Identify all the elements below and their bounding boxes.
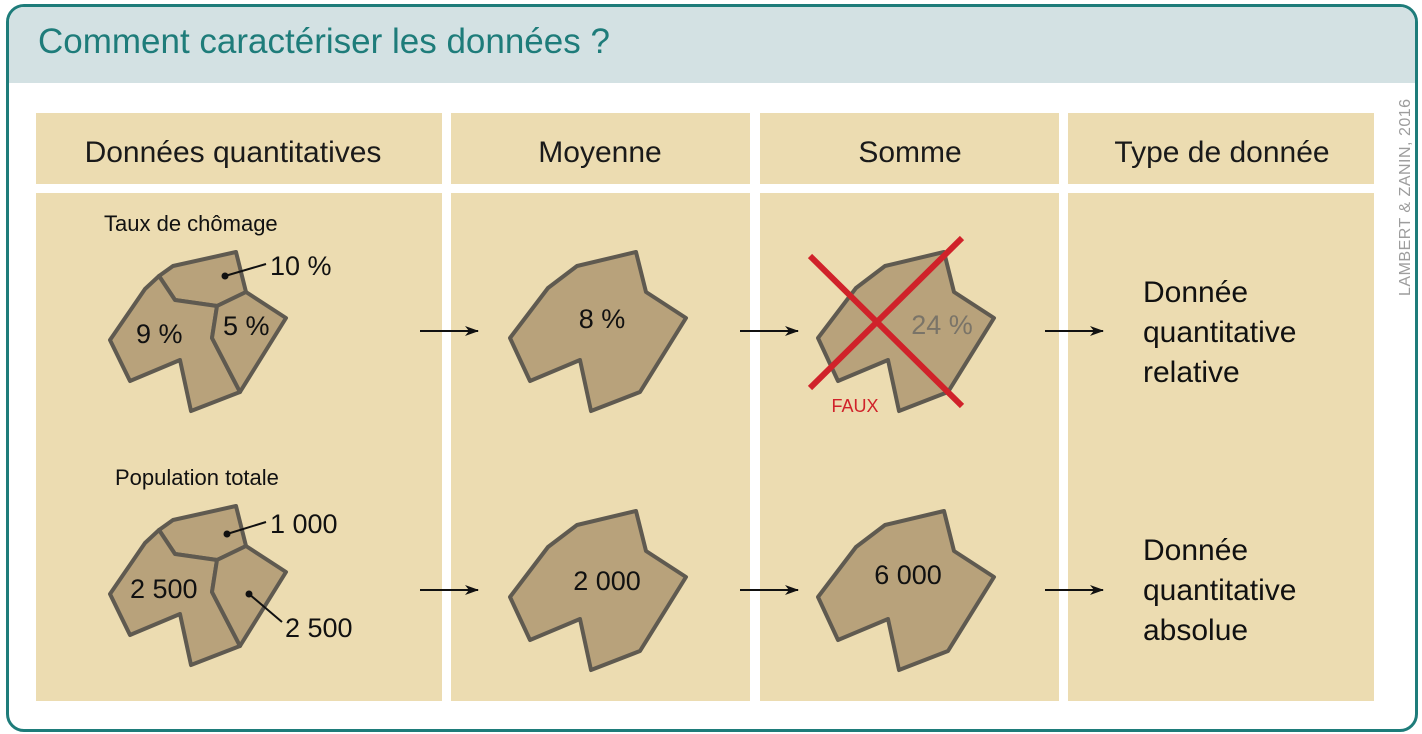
column-header-type: Type de donnée [1114, 136, 1329, 169]
row2-sum-value: 6 000 [874, 560, 942, 590]
row2-type-line-2: quantitative [1143, 574, 1296, 607]
label-row2-value-1: 1 000 [270, 509, 338, 539]
row2-type-line-1: Donnée [1143, 534, 1248, 567]
row1-type-line-2: quantitative [1143, 316, 1296, 349]
row1-type-line-1: Donnée [1143, 276, 1248, 309]
column-header-moyenne: Moyenne [538, 136, 661, 169]
column-header-somme: Somme [858, 136, 961, 169]
label-row2-value-2: 2 500 [130, 574, 198, 604]
label-row1-value-3: 5 % [223, 311, 270, 341]
row1-caption: Taux de chômage [104, 211, 278, 236]
row1-sum-value: 24 % [911, 310, 973, 340]
diagram: Données quantitatives Moyenne Somme Type… [36, 98, 1414, 701]
credit-text: LAMBERT & ZANIN, 2016 [1397, 98, 1414, 296]
row1-type-line-3: relative [1143, 356, 1240, 389]
header-divider [36, 184, 1374, 193]
row2-type-line-3: absolue [1143, 614, 1248, 647]
row2-mean-value: 2 000 [573, 566, 641, 596]
label-row1-value-2: 9 % [136, 319, 183, 349]
row1-mean-value: 8 % [579, 304, 626, 334]
row2-caption: Population totale [115, 465, 279, 490]
label-row2-value-3: 2 500 [285, 613, 353, 643]
label-row1-value-1: 10 % [270, 251, 332, 281]
row1-sum-flag: FAUX [831, 396, 878, 416]
panel-type [1068, 113, 1374, 701]
column-header-quantitatives: Données quantitatives [85, 136, 382, 169]
